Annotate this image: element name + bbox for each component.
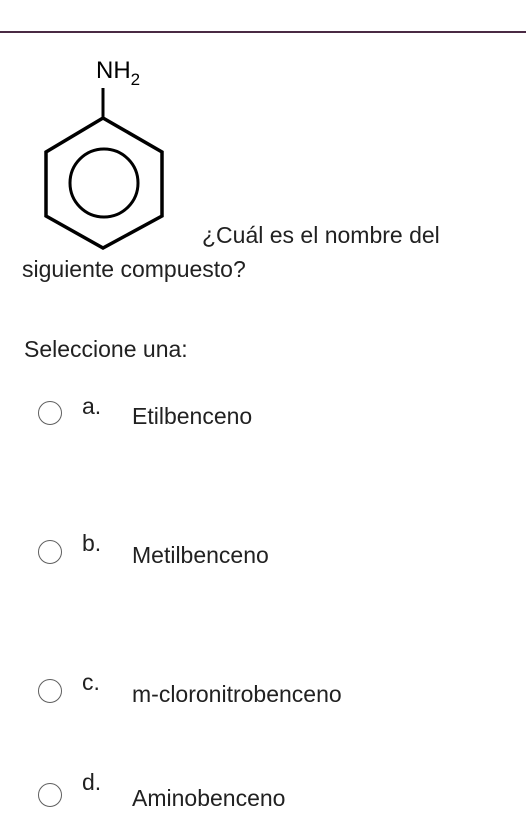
option-label[interactable]: Metilbenceno bbox=[132, 541, 269, 569]
option-letter: c. bbox=[82, 669, 100, 695]
option-label[interactable]: Aminobenceno bbox=[132, 784, 285, 812]
option-letter: d. bbox=[82, 769, 102, 795]
aromatic-circle bbox=[68, 147, 140, 219]
option-a[interactable]: a. Etilbenceno bbox=[38, 393, 498, 438]
option-b[interactable]: b. Metilbenceno bbox=[38, 530, 498, 577]
top-divider bbox=[0, 31, 526, 33]
radio-button-b[interactable] bbox=[38, 540, 62, 564]
nh2-label: NH2 bbox=[96, 57, 140, 89]
question-line-2: siguiente compuesto? bbox=[22, 256, 246, 282]
radio-button-c[interactable] bbox=[38, 679, 62, 703]
question-line-1: ¿Cuál es el nombre del bbox=[202, 222, 440, 248]
radio-button-a[interactable] bbox=[38, 401, 62, 425]
select-one-prompt: Seleccione una: bbox=[24, 336, 188, 362]
radio-button-d[interactable] bbox=[38, 783, 62, 807]
option-label[interactable]: m-cloronitrobenceno bbox=[132, 680, 342, 708]
option-letter: b. bbox=[82, 530, 102, 556]
option-d[interactable]: d. Aminobenceno bbox=[38, 769, 498, 820]
option-c[interactable]: c. m-cloronitrobenceno bbox=[38, 669, 498, 716]
option-letter: a. bbox=[82, 393, 102, 419]
question-text: ¿Cuál es el nombre del siguiente compues… bbox=[22, 218, 502, 286]
option-label[interactable]: Etilbenceno bbox=[132, 402, 252, 430]
